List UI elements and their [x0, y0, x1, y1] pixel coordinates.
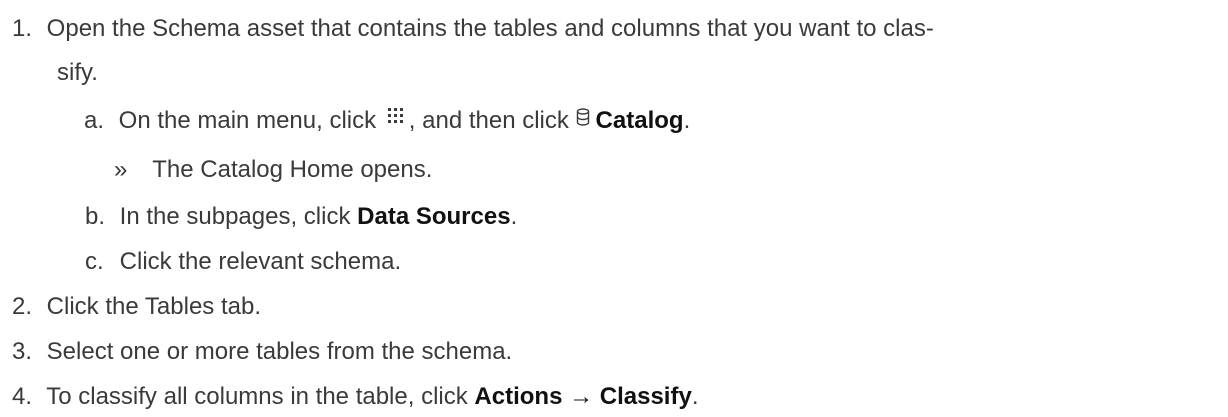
step-number: 1.: [12, 15, 33, 42]
catalog-label: Catalog: [595, 107, 684, 134]
substep-text: In the subpages, click: [119, 203, 351, 230]
substep-a: a. On the main menu, click , and then cl…: [84, 106, 690, 136]
classify-label: Classify: [599, 383, 692, 410]
step-text: To classify all columns in the table, cl…: [46, 383, 468, 410]
result-marker: »: [114, 156, 128, 183]
step-number: 4.: [12, 383, 33, 410]
substep-a-result: » The Catalog Home opens.: [114, 155, 432, 185]
step-1-line-1: 1. Open the Schema asset that contains t…: [12, 14, 934, 44]
substep-marker: b.: [85, 203, 106, 230]
punctuation: .: [691, 383, 699, 410]
substep-c: c. Click the relevant schema.: [85, 247, 401, 277]
substep-text-after: , and then click: [408, 107, 569, 134]
step-number: 3.: [12, 338, 33, 365]
arrow-icon: →: [569, 383, 594, 410]
database-icon: [576, 107, 589, 126]
step-text: Select one or more tables from the schem…: [46, 338, 513, 365]
substep-marker: a.: [84, 107, 105, 134]
data-sources-label: Data Sources: [357, 203, 511, 230]
step-3: 3. Select one or more tables from the sc…: [12, 337, 512, 367]
result-text: The Catalog Home opens.: [152, 156, 433, 183]
substep-b: b. In the subpages, click Data Sources.: [85, 202, 517, 232]
step-number: 2.: [12, 293, 33, 320]
punctuation: .: [683, 107, 691, 134]
grid-menu-icon: [387, 107, 403, 123]
step-2: 2. Click the Tables tab.: [12, 292, 261, 322]
step-text-continued: sify.: [57, 59, 98, 86]
step-1-line-2: sify.: [57, 58, 98, 88]
substep-marker: c.: [85, 248, 104, 275]
step-4: 4. To classify all columns in the table,…: [12, 382, 699, 412]
substep-text: On the main menu, click: [118, 107, 377, 134]
punctuation: .: [510, 203, 518, 230]
step-text: Click the Tables tab.: [46, 293, 262, 320]
actions-label: Actions: [474, 383, 563, 410]
substep-text: Click the relevant schema.: [119, 248, 402, 275]
step-text: Open the Schema asset that contains the …: [46, 15, 934, 42]
